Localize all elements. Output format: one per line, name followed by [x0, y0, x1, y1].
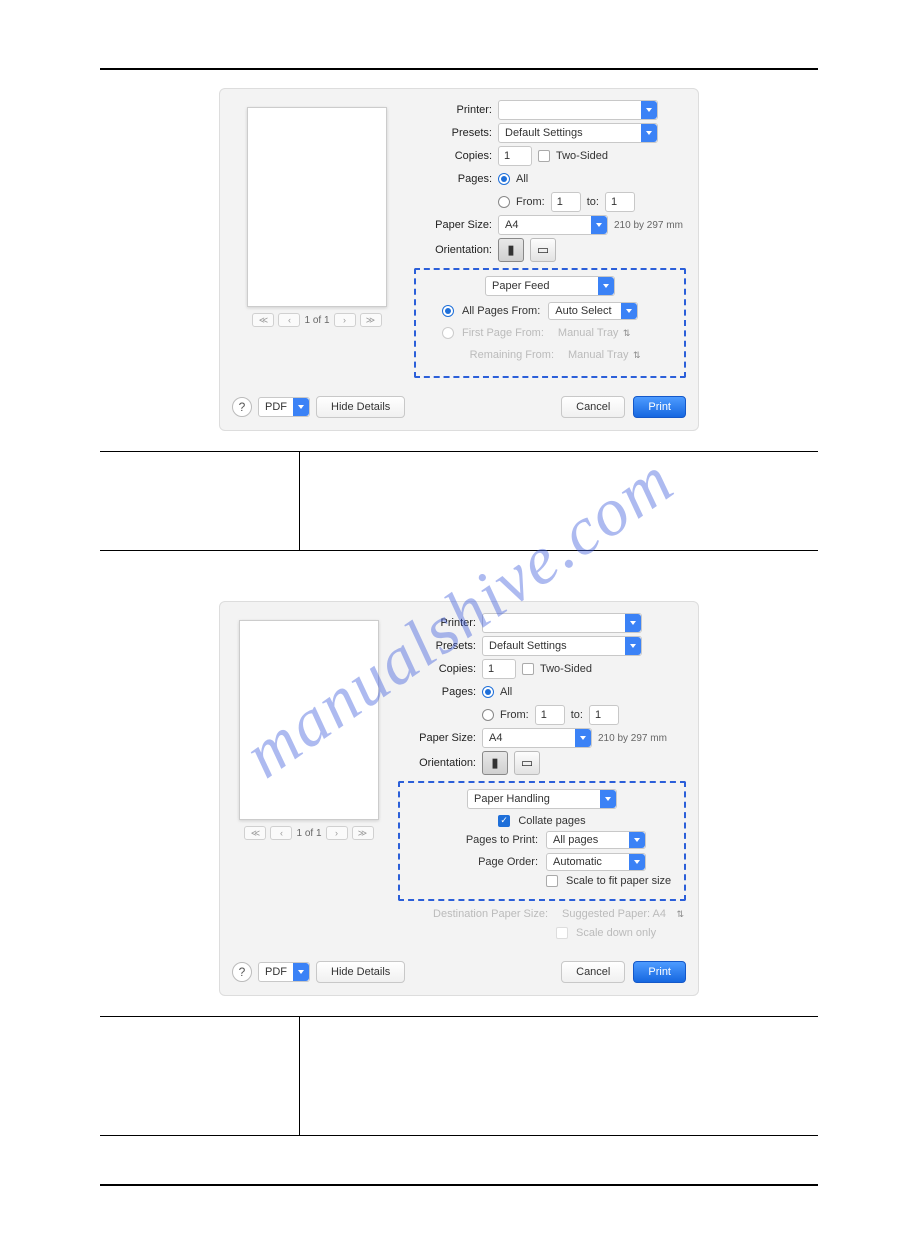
all-pages-from-label: All Pages From: [462, 305, 540, 317]
top-divider [100, 68, 818, 70]
collate-checkbox[interactable] [498, 815, 510, 827]
orientation-portrait-icon[interactable]: ▮ [498, 238, 524, 262]
two-sided-label: Two-Sided [540, 663, 592, 675]
page-preview [239, 620, 379, 820]
paper-handling-highlight: Paper Handling Collate pages Pages to Pr… [398, 781, 686, 901]
bottom-divider [100, 1184, 818, 1186]
pages-from-label: From: [500, 709, 529, 721]
copies-label: Copies: [414, 150, 492, 162]
copies-input[interactable]: 1 [498, 146, 532, 166]
orientation-landscape-icon[interactable]: ▭ [514, 751, 540, 775]
pages-all-label: All [516, 173, 528, 185]
pager-first-icon[interactable]: ≪ [244, 826, 266, 840]
pager-next-icon[interactable]: › [334, 313, 356, 327]
options-section-select[interactable]: Paper Handling [467, 789, 617, 809]
dest-paper-size-label: Destination Paper Size: [398, 908, 548, 920]
paper-size-label: Paper Size: [398, 732, 476, 744]
print-dialog-2: ≪ ‹ 1 of 1 › ≫ Printer: Presets: Default… [219, 601, 699, 996]
table-row-1 [100, 451, 818, 551]
print-dialog-1: ≪ ‹ 1 of 1 › ≫ Printer: Presets: Default… [219, 88, 699, 431]
cancel-button[interactable]: Cancel [561, 961, 625, 983]
pager-prev-icon[interactable]: ‹ [278, 313, 300, 327]
pages-all-label: All [500, 686, 512, 698]
collate-label: Collate pages [518, 815, 585, 827]
printer-label: Printer: [398, 617, 476, 629]
pages-all-radio[interactable] [482, 686, 494, 698]
paper-size-select[interactable]: A4 [498, 215, 608, 235]
pager-label: 1 of 1 [296, 828, 321, 839]
table-row-2 [100, 1016, 818, 1136]
pdf-dropdown[interactable]: PDF [258, 962, 310, 982]
pages-from-input[interactable]: 1 [535, 705, 565, 725]
page-order-select[interactable]: Automatic [546, 853, 646, 871]
page-preview [247, 107, 387, 307]
pages-to-input[interactable]: 1 [589, 705, 619, 725]
remaining-from-label: Remaining From: [454, 349, 554, 361]
printer-label: Printer: [414, 104, 492, 116]
printer-select[interactable] [482, 613, 642, 633]
help-button[interactable]: ? [232, 397, 252, 417]
pages-from-radio[interactable] [498, 196, 510, 208]
presets-label: Presets: [414, 127, 492, 139]
orientation-label: Orientation: [414, 244, 492, 256]
orientation-landscape-icon[interactable]: ▭ [530, 238, 556, 262]
two-sided-checkbox[interactable] [522, 663, 534, 675]
cancel-button[interactable]: Cancel [561, 396, 625, 418]
paper-dims-label: 210 by 297 mm [598, 733, 667, 744]
two-sided-checkbox[interactable] [538, 150, 550, 162]
orientation-portrait-icon[interactable]: ▮ [482, 751, 508, 775]
pages-from-label: From: [516, 196, 545, 208]
paper-size-label: Paper Size: [414, 219, 492, 231]
presets-select[interactable]: Default Settings [498, 123, 658, 143]
pager-next-icon[interactable]: › [326, 826, 348, 840]
hide-details-button[interactable]: Hide Details [316, 961, 405, 983]
scale-to-fit-label: Scale to fit paper size [566, 875, 671, 887]
pages-to-input[interactable]: 1 [605, 192, 635, 212]
printer-select[interactable] [498, 100, 658, 120]
scale-to-fit-checkbox[interactable] [546, 875, 558, 887]
remaining-from-select[interactable]: Manual Tray [562, 346, 643, 364]
orientation-label: Orientation: [398, 757, 476, 769]
pager-label: 1 of 1 [304, 315, 329, 326]
paper-dims-label: 210 by 297 mm [614, 220, 683, 231]
first-page-from-select[interactable]: Manual Tray [552, 324, 633, 342]
all-pages-from-select[interactable]: Auto Select [548, 302, 638, 320]
pages-label: Pages: [414, 173, 492, 185]
pager-last-icon[interactable]: ≫ [360, 313, 382, 327]
copies-input[interactable]: 1 [482, 659, 516, 679]
pager-prev-icon[interactable]: ‹ [270, 826, 292, 840]
page-order-label: Page Order: [408, 856, 538, 868]
pages-to-label: to: [571, 709, 583, 721]
pages-to-print-label: Pages to Print: [408, 834, 538, 846]
pages-to-print-select[interactable]: All pages [546, 831, 646, 849]
paper-size-select[interactable]: A4 [482, 728, 592, 748]
paper-feed-highlight: Paper Feed All Pages From: Auto Select F… [414, 268, 686, 378]
hide-details-button[interactable]: Hide Details [316, 396, 405, 418]
options-section-select[interactable]: Paper Feed [485, 276, 615, 296]
scale-down-checkbox[interactable] [556, 927, 568, 939]
pages-from-input[interactable]: 1 [551, 192, 581, 212]
first-page-from-label: First Page From: [462, 327, 544, 339]
pager-first-icon[interactable]: ≪ [252, 313, 274, 327]
all-pages-from-radio[interactable] [442, 305, 454, 317]
presets-label: Presets: [398, 640, 476, 652]
two-sided-label: Two-Sided [556, 150, 608, 162]
pages-label: Pages: [398, 686, 476, 698]
print-button[interactable]: Print [633, 396, 686, 418]
print-button[interactable]: Print [633, 961, 686, 983]
help-button[interactable]: ? [232, 962, 252, 982]
pages-from-radio[interactable] [482, 709, 494, 721]
pdf-dropdown[interactable]: PDF [258, 397, 310, 417]
pager-last-icon[interactable]: ≫ [352, 826, 374, 840]
pages-all-radio[interactable] [498, 173, 510, 185]
first-page-from-radio[interactable] [442, 327, 454, 339]
presets-select[interactable]: Default Settings [482, 636, 642, 656]
copies-label: Copies: [398, 663, 476, 675]
dest-paper-size-select[interactable]: Suggested Paper: A4 [556, 905, 686, 923]
pages-to-label: to: [587, 196, 599, 208]
scale-down-label: Scale down only [576, 927, 656, 939]
